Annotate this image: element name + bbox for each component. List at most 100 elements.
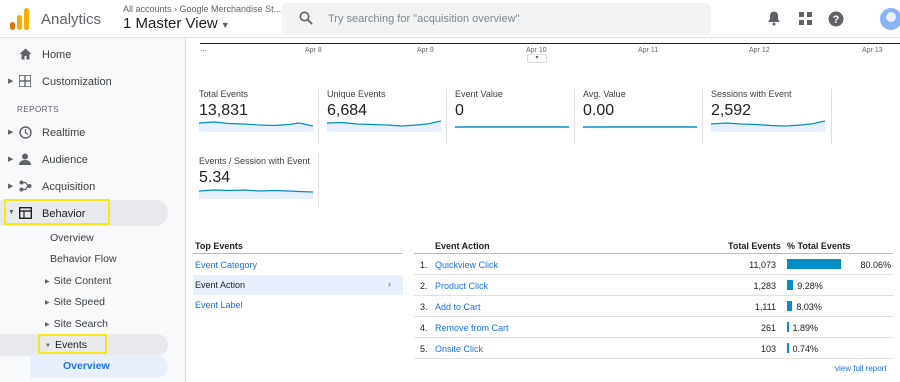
card-divider — [574, 89, 575, 144]
event-action-link[interactable]: Add to Cart — [435, 302, 481, 312]
metric-event-value[interactable]: Event Value 0 — [455, 89, 575, 145]
apps-grid-icon[interactable] — [799, 12, 812, 25]
event-action-link[interactable]: Product Click — [435, 281, 488, 291]
sub-label: Site Content — [53, 275, 112, 287]
chevron-right-icon: ▶ — [8, 129, 14, 136]
search-box[interactable]: Try searching for "acquisition overview" — [282, 3, 711, 35]
total-events-value: 1,283 — [753, 281, 776, 291]
event-action-link[interactable]: Remove from Cart — [435, 323, 509, 333]
column-header-total-events[interactable]: Total Events — [728, 241, 781, 251]
timeline-tick: Apr 9 — [417, 47, 434, 54]
sidebar-item-label: Home — [42, 49, 72, 61]
column-header-pct-total-events[interactable]: % Total Events — [787, 241, 850, 251]
card-divider — [702, 89, 703, 144]
account-breadcrumb[interactable]: All accounts › Google Merchandise St... — [123, 4, 281, 14]
card-divider — [831, 89, 832, 144]
pct-total-value: 80.06% — [860, 260, 891, 270]
chevron-right-icon: ▶ — [8, 78, 14, 85]
pct-total-value: 8.03% — [796, 302, 822, 312]
top-events-row-event-category[interactable]: Event Category — [193, 255, 403, 275]
help-icon[interactable]: ? — [828, 11, 844, 27]
event-action-link[interactable]: Onsite Click — [435, 344, 483, 354]
highlight-box-behavior — [4, 199, 110, 225]
sidebar-item-realtime[interactable]: ▶ Realtime — [0, 119, 186, 145]
sidebar-item-customization[interactable]: ▶ Customization — [0, 68, 186, 94]
row-index: 1. — [420, 260, 428, 270]
top-events-row-event-label[interactable]: Event Label — [193, 295, 403, 315]
row-index: 3. — [420, 302, 428, 312]
sidebar-sub-site-speed[interactable]: ▶ Site Speed — [45, 296, 105, 308]
acquisition-icon — [19, 180, 32, 192]
metric-unique-events[interactable]: Unique Events 6,684 — [327, 89, 447, 145]
sidebar-item-label: Realtime — [42, 127, 86, 139]
top-events-row-event-action[interactable]: Event Action › — [193, 275, 403, 295]
top-bar: Analytics All accounts › Google Merchand… — [0, 0, 900, 38]
metric-label: Avg. Value — [583, 89, 626, 99]
view-selector[interactable]: 1 Master View ▼ — [123, 15, 230, 32]
table-row[interactable]: 5. Onsite Click 103 0.74% — [414, 338, 893, 359]
metric-avg-value[interactable]: Avg. Value 0.00 — [583, 89, 703, 145]
metric-label: Unique Events — [327, 89, 386, 99]
sidebar-sub-behavior-flow[interactable]: Behavior Flow — [50, 253, 117, 265]
sidebar-sub-overview[interactable]: Overview — [50, 232, 94, 244]
chevron-right-icon: ▶ — [8, 183, 14, 190]
sidebar-item-audience[interactable]: ▶ Audience — [0, 146, 186, 172]
chevron-right-icon: ▶ — [45, 279, 50, 285]
pct-bar — [787, 343, 789, 353]
sidebar-sub-site-search[interactable]: ▶ Site Search — [45, 318, 108, 330]
chevron-right-icon: ▶ — [45, 322, 50, 328]
app-title: Analytics — [41, 11, 102, 28]
timeline-tick: Apr 8 — [305, 47, 322, 54]
column-header-event-action[interactable]: Event Action — [435, 241, 490, 251]
account-avatar[interactable] — [880, 8, 900, 30]
pct-bar — [787, 280, 794, 290]
table-row[interactable]: 4. Remove from Cart 261 1.89% — [414, 317, 893, 338]
top-events-header: Top Events — [195, 241, 243, 251]
search-icon — [299, 11, 313, 25]
sparkline — [327, 120, 441, 132]
sidebar-item-label: Audience — [42, 154, 88, 166]
row-index: 4. — [420, 323, 428, 333]
sparkline — [199, 189, 313, 199]
row-label: Event Label — [195, 300, 243, 310]
metric-label: Sessions with Event — [711, 89, 792, 99]
metric-label: Events / Session with Event — [199, 156, 311, 166]
pct-total-value: 1.89% — [792, 323, 819, 333]
timeline-tick: Apr 10 — [526, 47, 547, 54]
table-row[interactable]: 2. Product Click 1,283 9.28% — [414, 275, 893, 296]
svg-text:?: ? — [833, 14, 840, 26]
home-icon — [19, 48, 32, 60]
metric-value: 5.34 — [199, 169, 231, 186]
metric-value: 6,684 — [327, 102, 368, 119]
sparkline — [583, 126, 697, 128]
sidebar-item-label: Acquisition — [42, 181, 96, 193]
table-row[interactable]: 1. Quickview Click 11,073 80.06% — [414, 254, 893, 275]
sidebar-item-acquisition[interactable]: ▶ Acquisition — [0, 173, 186, 199]
metric-sessions-with-event[interactable]: Sessions with Event 2,592 — [711, 89, 831, 145]
sidebar-item-label: Customization — [42, 76, 112, 88]
metric-total-events[interactable]: Total Events 13,831 — [199, 89, 319, 145]
row-label: Event Action — [195, 280, 246, 290]
metric-label: Event Value — [455, 89, 503, 99]
pct-bar — [787, 259, 841, 269]
timeline-tick: Apr 13 — [862, 47, 883, 54]
chart-collapse-handle[interactable]: ▾ — [527, 54, 547, 63]
analytics-logo-icon[interactable] — [9, 6, 31, 30]
sidebar-sub-site-content[interactable]: ▶ Site Content — [45, 275, 111, 287]
view-full-report-link[interactable]: view full report — [835, 364, 887, 373]
bell-icon[interactable] — [767, 10, 781, 26]
metric-value: 0.00 — [583, 102, 615, 119]
metric-events-per-session[interactable]: Events / Session with Event 5.34 — [199, 156, 319, 212]
chevron-right-icon: ▶ — [45, 300, 50, 306]
sidebar-sub-events-overview[interactable]: Overview — [63, 360, 110, 372]
total-events-value: 11,073 — [749, 260, 776, 270]
row-label: Event Category — [195, 260, 258, 270]
total-events-value: 1,111 — [754, 302, 776, 312]
table-row[interactable]: 3. Add to Cart 1,111 8.03% — [414, 296, 893, 317]
reports-section-label: REPORTS — [17, 105, 60, 114]
person-icon — [19, 153, 31, 165]
event-action-link[interactable]: Quickview Click — [435, 260, 498, 270]
sparkline — [711, 120, 825, 132]
sidebar-item-home[interactable]: Home — [0, 41, 186, 67]
view-name: 1 Master View — [123, 15, 218, 32]
